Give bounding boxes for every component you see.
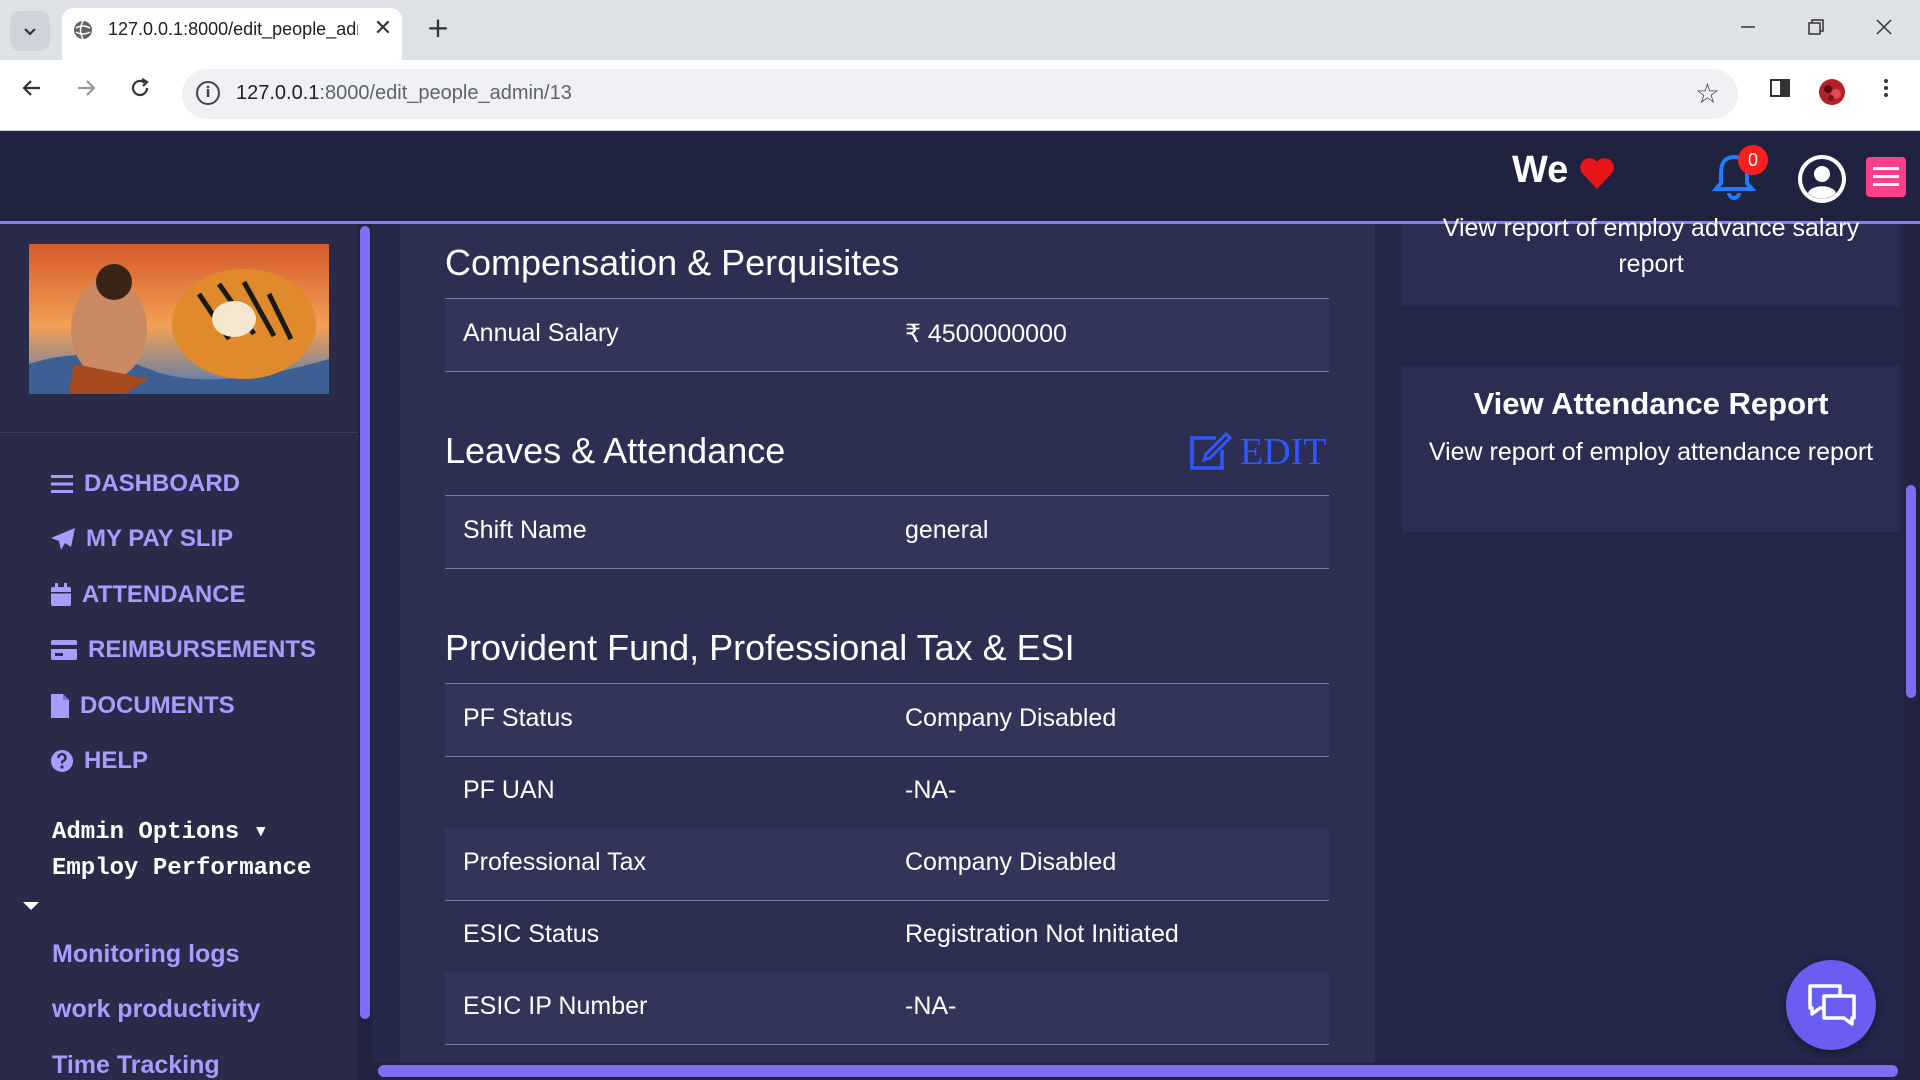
tab-title: 127.0.0.1:8000/edit_people_adm xyxy=(108,19,358,39)
chat-button[interactable] xyxy=(1786,960,1876,1050)
table-row: Professional Tax Company Disabled xyxy=(445,828,1329,901)
monitoring-logs-link[interactable]: Monitoring logs xyxy=(52,940,239,969)
row-value: Registration Not Initiated xyxy=(905,920,1179,948)
url-path: :8000/edit_people_admin/13 xyxy=(319,82,572,104)
reports-column xyxy=(1375,224,1903,1074)
window-close-icon[interactable] xyxy=(1864,12,1904,48)
table-row: ESIC IP Number -NA- xyxy=(445,972,1329,1045)
sidebar-item-label: HELP xyxy=(84,747,149,774)
file-icon xyxy=(51,694,69,718)
table-row: PF UAN -NA- xyxy=(445,756,1329,829)
calendar-icon xyxy=(51,583,71,606)
row-value: -NA- xyxy=(905,992,957,1020)
brand-text: We xyxy=(1512,149,1569,191)
tab-search-button[interactable] xyxy=(10,11,50,51)
sidebar-item-label: MY PAY SLIP xyxy=(86,525,234,552)
row-key: ESIC IP Number xyxy=(463,992,648,1020)
row-key: Professional Tax xyxy=(463,848,646,876)
forward-icon[interactable] xyxy=(68,76,104,112)
address-bar[interactable]: i 127.0.0.1:8000/edit_people_admin/13 ☆ xyxy=(182,69,1738,119)
sidebar-divider xyxy=(0,432,358,433)
sidebar-item-dashboard[interactable]: DASHBOARD xyxy=(50,466,240,502)
user-circle-icon[interactable] xyxy=(1796,153,1848,205)
leaves-title: Leaves & Attendance xyxy=(445,430,786,471)
restore-icon[interactable] xyxy=(1796,12,1836,48)
sidebar-scrollbar-thumb[interactable] xyxy=(360,226,370,1019)
minimize-icon[interactable] xyxy=(1728,12,1768,48)
row-value: general xyxy=(905,516,989,544)
new-tab-button[interactable]: + xyxy=(424,14,452,42)
attendance-report-card[interactable]: View Attendance Report View report of em… xyxy=(1402,366,1900,532)
sidebar-item-label: DOCUMENTS xyxy=(80,692,235,719)
advance-salary-report-card[interactable]: View report of employ advance salary rep… xyxy=(1402,214,1900,306)
bookmark-star-icon[interactable]: ☆ xyxy=(1695,77,1720,110)
admin-options-dropdown[interactable]: Admin Options ▾ xyxy=(52,816,268,846)
table-row: PF Status Company Disabled xyxy=(445,684,1329,757)
sidebar-item-reimbursements[interactable]: REIMBURSEMENTS xyxy=(50,632,316,668)
compensation-title: Compensation & Perquisites xyxy=(445,242,900,283)
chevron-down-icon xyxy=(24,28,36,36)
sidebar-item-attendance[interactable]: ATTENDANCE xyxy=(50,577,246,613)
row-key: PF UAN xyxy=(463,776,555,804)
menu-line xyxy=(1873,183,1899,186)
work-productivity-link[interactable]: work productivity xyxy=(52,995,260,1024)
menu-line xyxy=(1873,175,1899,178)
hamburger-menu-button[interactable] xyxy=(1866,157,1906,197)
notification-badge: 0 xyxy=(1738,145,1768,175)
row-key: Annual Salary xyxy=(463,319,619,347)
list-icon xyxy=(51,475,73,493)
row-key: ESIC Status xyxy=(463,920,600,948)
horizontal-scrollbar-thumb[interactable] xyxy=(378,1065,1898,1077)
chat-icon xyxy=(1808,984,1856,1026)
advance-report-description: View report of employ advance salary rep… xyxy=(1442,214,1860,278)
caret-down-icon[interactable] xyxy=(22,900,40,912)
row-value: ₹ 4500000000 xyxy=(905,320,1067,348)
url-host: 127.0.0.1 xyxy=(236,82,320,104)
main-vertical-scrollbar-thumb[interactable] xyxy=(1906,485,1916,698)
attendance-report-title: View Attendance Report xyxy=(1473,386,1829,421)
sidebar-item-label: REIMBURSEMENTS xyxy=(88,636,317,663)
globe-icon xyxy=(74,20,92,40)
browser-tab-bar: 127.0.0.1:8000/edit_people_adm ✕ + xyxy=(0,0,1920,60)
row-key: Shift Name xyxy=(463,516,587,544)
heart-icon xyxy=(1580,158,1614,189)
edit-leaves-button[interactable]: EDIT xyxy=(1188,430,1327,474)
employ-performance-dropdown[interactable]: Employ Performance xyxy=(52,855,311,882)
row-key: PF Status xyxy=(463,704,573,732)
row-value: -NA- xyxy=(905,776,957,804)
table-row: ESIC Status Registration Not Initiated xyxy=(445,900,1329,973)
sidebar-item-my-pay-slip[interactable]: MY PAY SLIP xyxy=(50,521,233,557)
sidebar-item-help[interactable]: HELP xyxy=(50,743,148,779)
browser-menu-icon[interactable] xyxy=(1868,76,1904,112)
attendance-report-description: View report of employ attendance report xyxy=(1428,438,1874,466)
row-value: Company Disabled xyxy=(905,704,1117,732)
pf-title: Provident Fund, Professional Tax & ESI xyxy=(445,627,1075,668)
table-row: Annual Salary ₹ 4500000000 xyxy=(445,299,1329,372)
table-row: Shift Name general xyxy=(445,496,1329,569)
tab-close-icon[interactable]: ✕ xyxy=(370,16,396,42)
edit-label: EDIT xyxy=(1240,431,1327,473)
reload-icon[interactable] xyxy=(122,76,158,112)
question-circle-icon xyxy=(51,750,73,772)
sidebar: DASHBOARD MY PAY SLIP ATTENDANCE REIMBUR… xyxy=(0,224,358,1080)
url-text: 127.0.0.1:8000/edit_people_admin/13 xyxy=(236,82,572,105)
profile-banner-image xyxy=(29,244,329,394)
menu-line xyxy=(1873,167,1899,170)
site-info-icon[interactable]: i xyxy=(196,81,220,105)
sidebar-item-label: DASHBOARD xyxy=(84,470,240,497)
sidebar-item-label: ATTENDANCE xyxy=(82,581,246,608)
edit-icon xyxy=(1190,432,1232,470)
time-tracking-link[interactable]: Time Tracking xyxy=(52,1051,220,1080)
browser-toolbar: i 127.0.0.1:8000/edit_people_admin/13 ☆ xyxy=(0,60,1920,131)
credit-card-icon xyxy=(51,640,77,660)
profile-avatar-icon[interactable] xyxy=(1814,76,1850,112)
row-value: Company Disabled xyxy=(905,848,1117,876)
sidebar-item-documents[interactable]: DOCUMENTS xyxy=(50,688,235,724)
back-icon[interactable] xyxy=(14,76,50,112)
paper-plane-icon xyxy=(51,528,75,550)
side-panel-icon[interactable] xyxy=(1762,76,1798,112)
